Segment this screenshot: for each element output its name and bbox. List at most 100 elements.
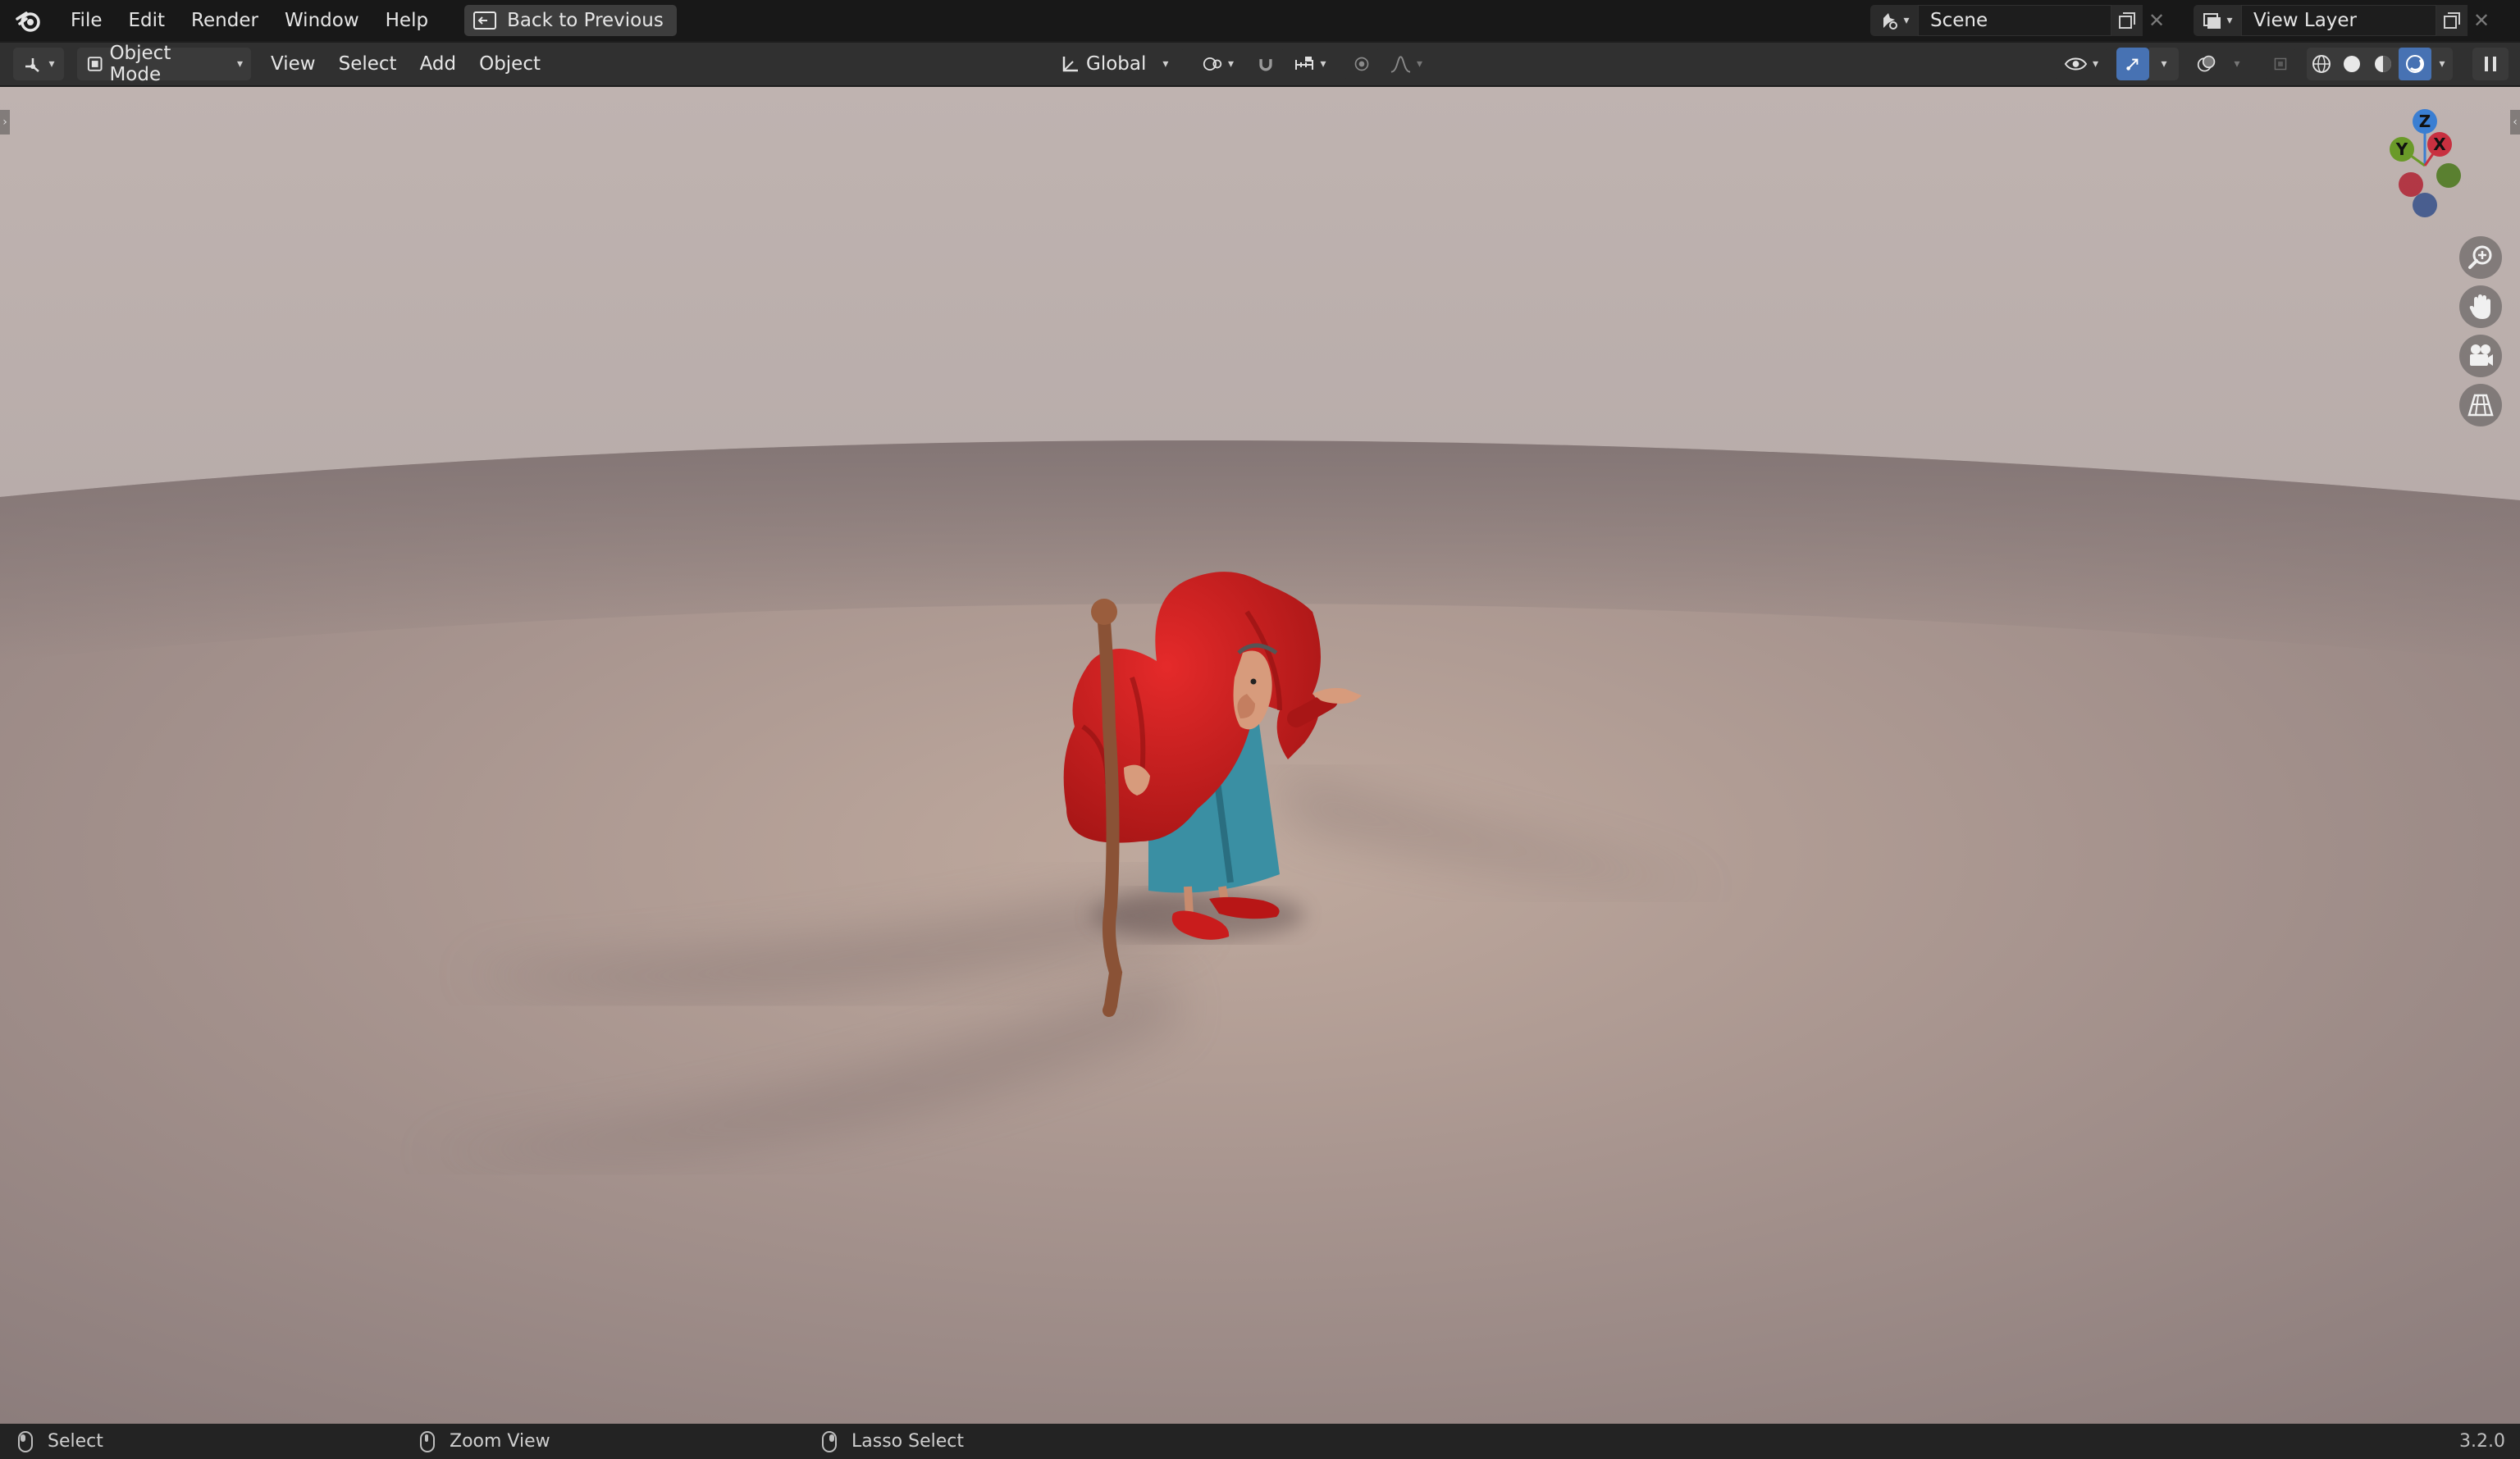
editor-type-button[interactable]: ▾ [13,48,64,80]
menu-file[interactable]: File [57,5,116,36]
chevron-down-icon: ▾ [2092,57,2098,71]
view-layer-icon [2203,13,2221,29]
shading-mode-group: ▾ [2307,48,2453,80]
new-view-layer-button[interactable] [2436,5,2468,36]
falloff-curve-icon [1390,56,1411,73]
chevron-down-icon: ▾ [2161,57,2167,71]
toolbar-expand-tab[interactable]: › [0,110,10,135]
snap-toggle[interactable] [1249,48,1283,80]
menu-object[interactable]: Object [468,53,552,75]
status-bar: Select Zoom View Lasso Select 3.2.0 [0,1424,2520,1459]
xray-toggle[interactable] [2266,48,2295,80]
orientation-label: Global [1086,53,1147,75]
delete-scene-button[interactable]: ✕ [2143,5,2171,36]
overlays-toggle[interactable] [2189,48,2225,80]
chevron-down-icon: ▾ [2226,14,2233,27]
close-icon: ✕ [2472,9,2490,32]
chevron-down-icon: ▾ [236,57,243,71]
mode-dropdown[interactable]: Object Mode ▾ [77,43,251,85]
scene-type-button[interactable]: ▾ [1870,5,1918,36]
top-menu-bar: File Edit Render Window Help Back to Pre… [0,0,2520,41]
visibility-dropdown[interactable]: ▾ [2056,48,2107,80]
solid-sphere-icon [2344,56,2360,72]
neg-z-axis-handle[interactable] [2413,193,2437,217]
status-right-click: Lasso Select [822,1430,964,1452]
back-to-previous-label: Back to Previous [507,10,664,31]
magnet-icon [1259,59,1272,71]
neg-x-axis-handle[interactable] [2399,172,2423,197]
transform-orientation-dropdown[interactable]: Global ▾ [1052,48,1183,80]
close-icon: ✕ [2148,9,2166,32]
view-layer-type-button[interactable]: ▾ [2194,5,2241,36]
menu-view[interactable]: View [259,53,327,75]
rendered-sphere-icon [2406,55,2424,73]
chevron-left-icon: ‹ [2513,116,2518,129]
view-layer-selector: ▾ View Layer ✕ [2194,5,2495,36]
x-axis-label: X [2433,135,2446,154]
3d-viewport-icon [25,58,40,72]
pause-render-button[interactable] [2472,48,2509,80]
delete-view-layer-button[interactable]: ✕ [2468,5,2495,36]
material-preview-button[interactable] [2367,48,2399,80]
navigation-gizmo[interactable]: Z Y X [2372,105,2495,236]
grid-perspective-icon [2468,394,2494,417]
blender-logo-icon[interactable] [13,6,43,35]
magnifier-plus-icon [2468,245,2492,269]
toggle-perspective-button[interactable] [2459,384,2502,426]
object-mode-icon [87,57,103,71]
chevron-down-icon: ▾ [1903,14,1910,27]
viewport-header: ▾ Object Mode ▾ View Select Add Object G… [0,43,2520,85]
solid-shading-button[interactable] [2336,48,2367,80]
new-scene-button[interactable] [2111,5,2143,36]
middle-click-hint: Zoom View [450,1431,550,1452]
proportional-falloff-dropdown[interactable]: ▾ [1381,48,1431,80]
zoom-button[interactable] [2459,236,2502,279]
3d-viewport[interactable]: › ‹ Z Y X [0,87,2520,1424]
version-label: 3.2.0 [2459,1431,2505,1452]
chevron-down-icon: ▾ [2234,57,2240,71]
view-layer-name-field[interactable]: View Layer [2241,5,2436,36]
neg-y-axis-handle[interactable] [2436,163,2461,188]
pivot-point-dropdown[interactable]: ▾ [1194,48,1242,80]
menu-edit[interactable]: Edit [116,5,179,36]
camera-view-button[interactable] [2459,335,2502,377]
chevron-down-icon: ▾ [1227,57,1234,71]
gizmo-options-dropdown[interactable]: ▾ [2149,48,2179,80]
chevron-down-icon: ▾ [1162,57,1169,71]
snap-increment-icon [1295,57,1314,70]
chevron-down-icon: ▾ [2439,57,2445,71]
back-to-previous-button[interactable]: Back to Previous [464,5,677,36]
menu-help[interactable]: Help [372,5,441,36]
camera-icon [2470,344,2493,366]
gizmo-icon [2126,58,2139,71]
scene-name-field[interactable]: Scene [1918,5,2111,36]
y-axis-label: Y [2395,139,2408,159]
proportional-edit-icon [1354,57,1369,71]
chevron-right-icon: › [2,116,7,129]
pause-icon [2485,57,2496,71]
menu-window[interactable]: Window [272,5,372,36]
pivot-icon [1203,57,1222,71]
chevron-down-icon: ▾ [1416,57,1422,71]
gizmo-toggle[interactable] [2116,48,2149,80]
menu-select[interactable]: Select [327,53,409,75]
material-sphere-icon [2375,56,2391,72]
back-icon [473,11,497,30]
proportional-editing-toggle[interactable] [1345,48,1378,80]
shading-options-dropdown[interactable]: ▾ [2431,48,2453,80]
status-middle-click: Zoom View [420,1430,550,1452]
menu-add[interactable]: Add [409,53,468,75]
orientation-icon [1062,57,1078,72]
status-left-click: Select [18,1430,103,1452]
sidebar-expand-tab[interactable]: ‹ [2510,110,2520,135]
wireframe-shading-button[interactable] [2307,48,2336,80]
overlays-icon [2197,55,2216,72]
pan-button[interactable] [2459,285,2502,328]
overlays-options-dropdown[interactable]: ▾ [2225,48,2249,80]
rendered-scene [0,87,2520,1424]
rendered-shading-button[interactable] [2399,48,2431,80]
wireframe-sphere-icon [2312,55,2331,73]
menu-render[interactable]: Render [178,5,272,36]
mouse-left-icon [18,1430,33,1452]
snap-target-dropdown[interactable]: ▾ [1285,48,1335,80]
